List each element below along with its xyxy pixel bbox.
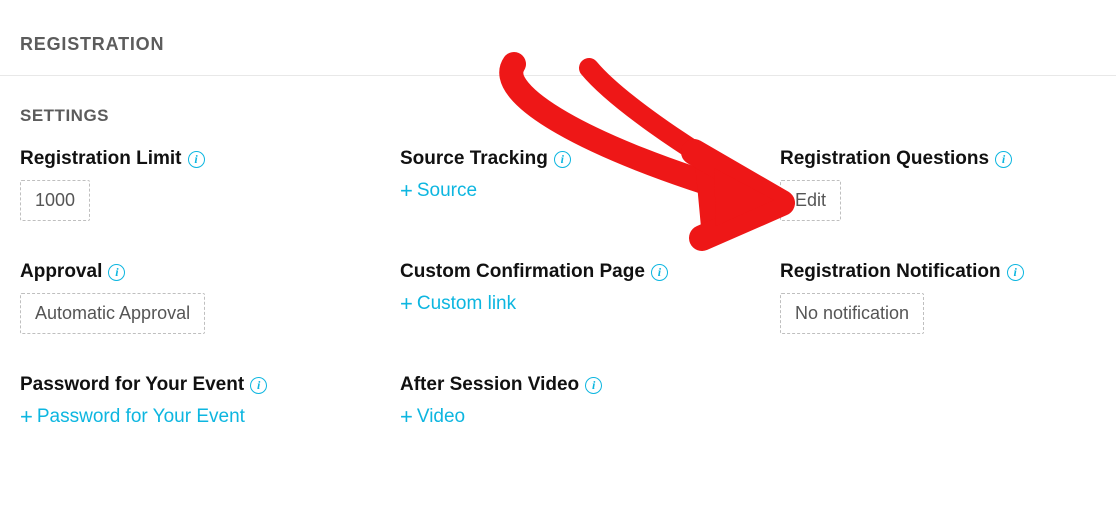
field-registration-questions: Registration Questions i Edit — [780, 148, 1116, 221]
plus-icon: + — [20, 406, 33, 428]
add-video-label: Video — [417, 406, 465, 428]
label-text: Approval — [20, 261, 102, 283]
registration-limit-label: Registration Limit i — [20, 148, 205, 170]
label-text: Custom Confirmation Page — [400, 261, 645, 283]
field-source-tracking: Source Tracking i + Source — [400, 148, 780, 221]
field-registration-limit: Registration Limit i 1000 — [20, 148, 400, 221]
field-password-event: Password for Your Event i + Password for… — [20, 374, 400, 428]
plus-icon: + — [400, 180, 413, 202]
label-text: Registration Limit — [20, 148, 182, 170]
page-header: REGISTRATION — [0, 0, 1116, 76]
label-text: After Session Video — [400, 374, 579, 396]
add-custom-link-button[interactable]: + Custom link — [400, 293, 516, 315]
info-icon[interactable]: i — [651, 264, 668, 281]
info-icon[interactable]: i — [1007, 264, 1024, 281]
registration-notification-select[interactable]: No notification — [780, 293, 924, 334]
info-icon[interactable]: i — [188, 151, 205, 168]
add-source-button[interactable]: + Source — [400, 180, 477, 202]
registration-notification-label: Registration Notification i — [780, 261, 1024, 283]
edit-registration-questions-button[interactable]: Edit — [780, 180, 841, 221]
label-text: Registration Notification — [780, 261, 1001, 283]
field-registration-notification: Registration Notification i No notificat… — [780, 261, 1116, 334]
add-password-button[interactable]: + Password for Your Event — [20, 406, 245, 428]
password-event-label: Password for Your Event i — [20, 374, 267, 396]
info-icon[interactable]: i — [995, 151, 1012, 168]
source-tracking-label: Source Tracking i — [400, 148, 571, 170]
section-header: SETTINGS — [0, 76, 1116, 138]
field-after-session-video: After Session Video i + Video — [400, 374, 780, 428]
plus-icon: + — [400, 406, 413, 428]
settings-heading: SETTINGS — [20, 106, 1116, 126]
label-text: Registration Questions — [780, 148, 989, 170]
registration-questions-label: Registration Questions i — [780, 148, 1012, 170]
field-custom-confirmation: Custom Confirmation Page i + Custom link — [400, 261, 780, 334]
settings-grid: Registration Limit i 1000 Source Trackin… — [0, 138, 1116, 428]
info-icon[interactable]: i — [585, 377, 602, 394]
custom-confirmation-label: Custom Confirmation Page i — [400, 261, 668, 283]
add-video-button[interactable]: + Video — [400, 406, 465, 428]
label-text: Source Tracking — [400, 148, 548, 170]
registration-limit-input[interactable]: 1000 — [20, 180, 90, 221]
field-approval: Approval i Automatic Approval — [20, 261, 400, 334]
add-source-label: Source — [417, 180, 477, 202]
info-icon[interactable]: i — [108, 264, 125, 281]
add-password-label: Password for Your Event — [37, 406, 245, 428]
approval-label: Approval i — [20, 261, 125, 283]
info-icon[interactable]: i — [250, 377, 267, 394]
plus-icon: + — [400, 293, 413, 315]
info-icon[interactable]: i — [554, 151, 571, 168]
label-text: Password for Your Event — [20, 374, 244, 396]
add-custom-link-label: Custom link — [417, 293, 516, 315]
approval-select[interactable]: Automatic Approval — [20, 293, 205, 334]
page-title: REGISTRATION — [20, 34, 1116, 55]
empty-cell — [780, 374, 1116, 428]
after-session-video-label: After Session Video i — [400, 374, 602, 396]
